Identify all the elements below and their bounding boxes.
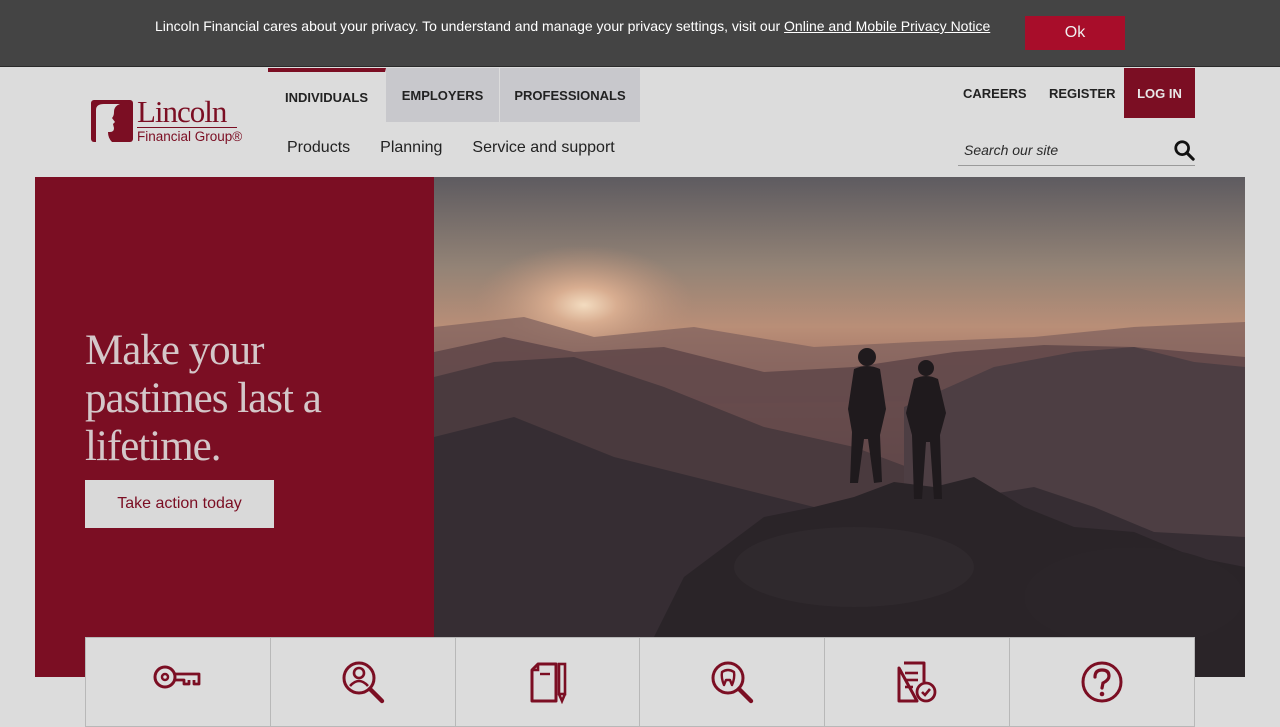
logo-subtitle: Financial Group®	[137, 129, 243, 144]
search-input[interactable]	[958, 134, 1166, 166]
lincoln-logo[interactable]: Lincoln Financial Group®	[90, 94, 250, 148]
tab-employers[interactable]: EMPLOYERS	[386, 68, 500, 122]
search-icon[interactable]	[1173, 139, 1195, 161]
logo-divider	[137, 127, 237, 128]
tab-professionals[interactable]: PROFESSIONALS	[500, 68, 641, 122]
tab-individuals[interactable]: INDIVIDUALS	[268, 68, 386, 122]
quick-link-tile[interactable]	[825, 637, 1011, 727]
nav-products[interactable]: Products	[287, 139, 350, 157]
quick-link-tile[interactable]	[455, 637, 641, 727]
audience-tabs: INDIVIDUALS EMPLOYERS PROFESSIONALS	[268, 68, 641, 122]
claims-document-icon	[897, 661, 937, 703]
ok-button[interactable]: Ok	[1025, 16, 1125, 50]
dental-search-icon	[711, 661, 754, 704]
main-nav: Products Planning Service and support	[287, 139, 615, 157]
privacy-message: Lincoln Financial cares about your priva…	[155, 18, 785, 34]
hero-image-hikers-at-sunset	[434, 177, 1245, 677]
key-icon	[153, 665, 201, 689]
find-advisor-icon	[342, 661, 384, 704]
lincoln-profile-icon	[91, 100, 133, 142]
logo-name: Lincoln	[137, 94, 227, 129]
log-in-button[interactable]: LOG IN	[1124, 68, 1195, 118]
quick-link-tile[interactable]	[1010, 637, 1195, 727]
careers-link[interactable]: CAREERS	[963, 68, 1027, 118]
nav-planning[interactable]: Planning	[380, 139, 442, 157]
quick-link-tile[interactable]	[85, 637, 271, 727]
register-link[interactable]: REGISTER	[1049, 68, 1115, 118]
forms-icon	[530, 662, 566, 704]
quick-link-tile[interactable]	[640, 637, 826, 727]
privacy-notice-link[interactable]: Online and Mobile Privacy Notice	[784, 18, 990, 34]
quick-links	[85, 637, 1195, 727]
privacy-banner-text: Lincoln Financial cares about your priva…	[155, 18, 990, 34]
take-action-button[interactable]: Take action today	[85, 480, 274, 528]
site-search	[958, 134, 1195, 166]
hero-panel: Make your pastimes last a lifetime. Take…	[35, 177, 434, 677]
privacy-banner: Lincoln Financial cares about your priva…	[0, 0, 1280, 67]
quick-link-tile[interactable]	[270, 637, 456, 727]
nav-service-and-support[interactable]: Service and support	[472, 139, 614, 157]
hero-title: Make your pastimes last a lifetime.	[85, 327, 322, 470]
help-icon	[1081, 661, 1123, 703]
